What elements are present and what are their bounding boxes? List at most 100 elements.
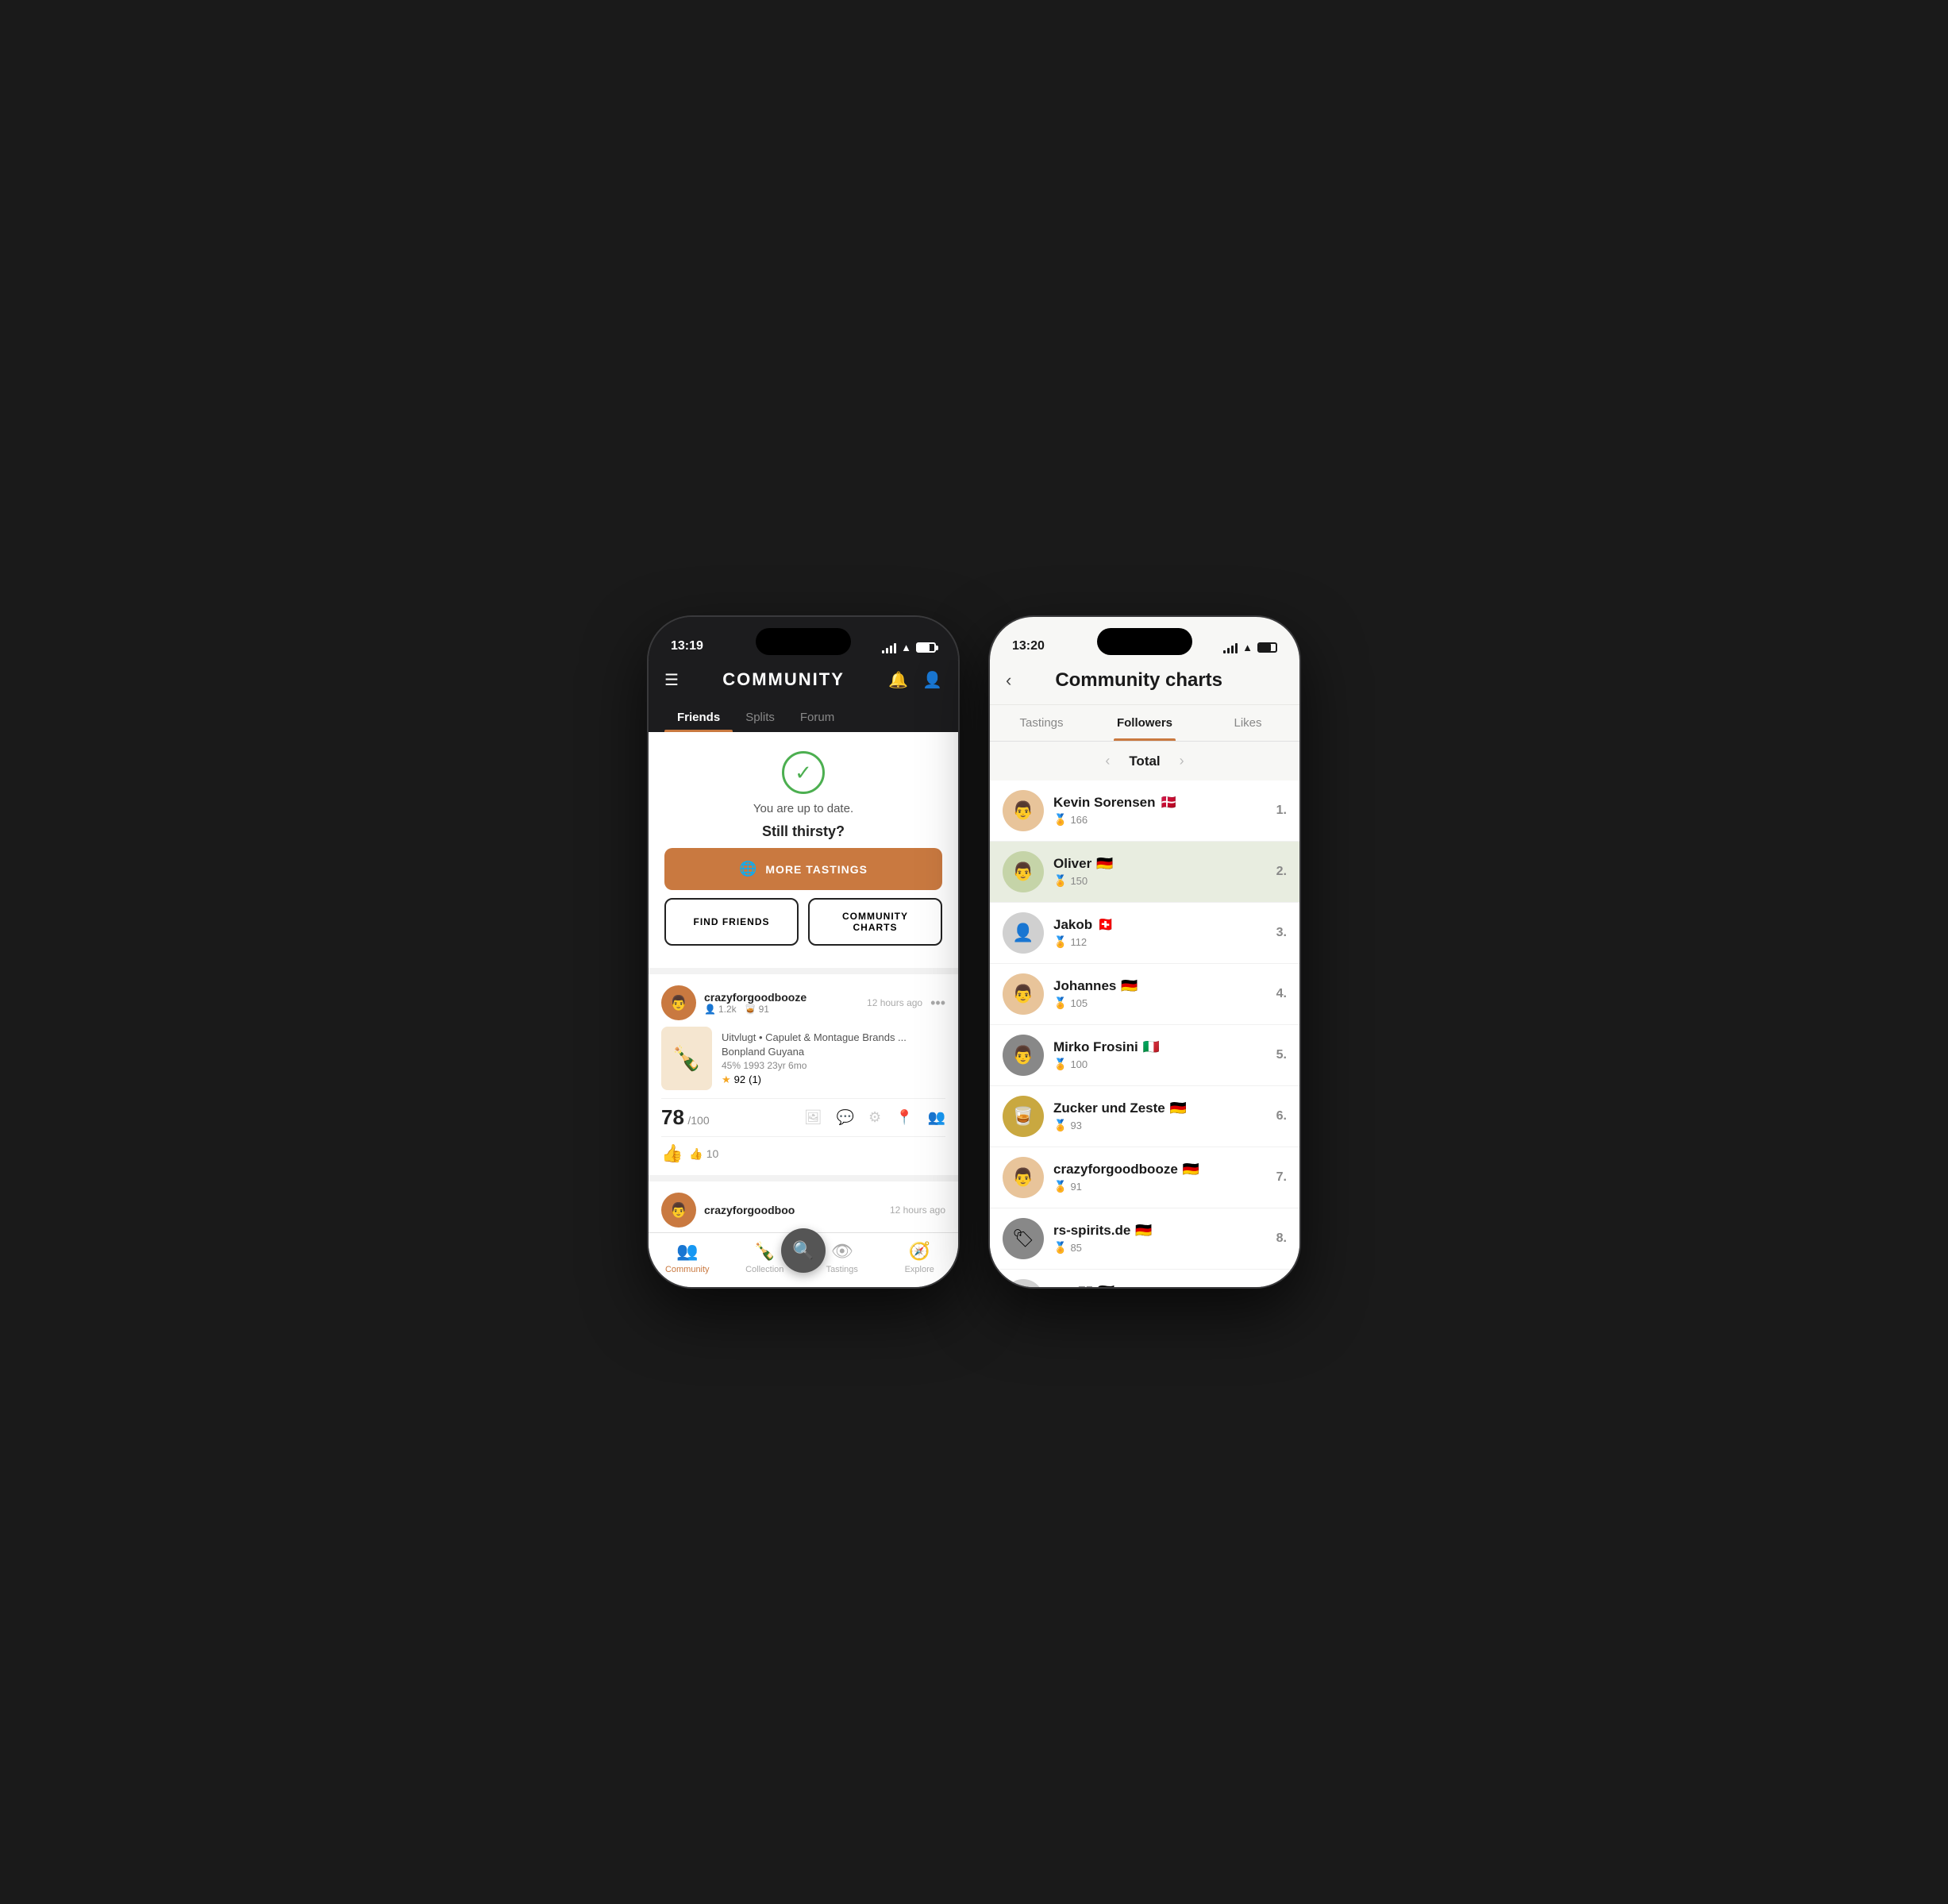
location-icon-1[interactable]: 📍: [895, 1109, 913, 1126]
user-info-2: crazyforgoodboo: [704, 1204, 795, 1216]
flag-icon-8: 🇩🇪: [1098, 1284, 1115, 1287]
chart-username-3: Jakob 🇨🇭: [1053, 917, 1267, 933]
chart-avatar-6: 🥃: [1003, 1096, 1044, 1137]
flag-icon-2: 🇨🇭: [1097, 917, 1114, 933]
tab-forum[interactable]: Forum: [787, 703, 847, 732]
community-title: COMMUNITY: [722, 669, 845, 690]
tastings-nav-icon: 👁: [831, 1241, 853, 1262]
chart-rank-8: 8.: [1276, 1231, 1287, 1246]
bell-icon[interactable]: 🔔: [888, 670, 908, 690]
charts-tab-followers[interactable]: Followers: [1093, 705, 1196, 741]
profile-icon[interactable]: 👤: [922, 670, 942, 690]
like-row-1: 👍 👍 10: [661, 1136, 945, 1164]
wifi-icon-2: ▲: [1242, 642, 1253, 653]
chart-row-6[interactable]: 🥃 Zucker und Zeste 🇩🇪 🏅93 6.: [990, 1086, 1299, 1147]
chart-row-1[interactable]: 👨 Kevin Sorensen 🇩🇰 🏅166 1.: [990, 780, 1299, 842]
chart-followers-5: 🏅100: [1053, 1058, 1267, 1071]
screen-2: ‹ Community charts Tastings Followers Li…: [990, 660, 1299, 1287]
comment-icon-1[interactable]: 💬: [837, 1109, 854, 1126]
flag-icon-1: 🇩🇪: [1096, 856, 1113, 872]
search-fab-icon: 🔍: [792, 1240, 814, 1261]
user-row-2: 👨 crazyforgoodboo: [661, 1193, 795, 1228]
whisky-location-1: Bonpland Guyana: [722, 1046, 907, 1058]
search-fab[interactable]: 🔍: [781, 1228, 826, 1273]
user-stats-1: 👤 1.2k 🥃 91: [704, 1004, 807, 1015]
phone-community: 13:19 ▲ ☰ COMMUNITY 🔔 👤 Friends: [649, 617, 958, 1287]
score-row-1: 78 /100 🖼 💬 ⚙ 📍 👥: [661, 1098, 945, 1136]
chart-row-7[interactable]: 👨 crazyforgoodbooze 🇩🇪 🏅91 7.: [990, 1147, 1299, 1208]
chart-username-5: Mirko Frosini 🇮🇹: [1053, 1039, 1267, 1055]
nav-community[interactable]: 👥 Community: [664, 1241, 711, 1274]
nav-explore[interactable]: 🧭 Explore: [895, 1241, 943, 1274]
chart-row-4[interactable]: 👨 Johannes 🇩🇪 🏅105 4.: [990, 964, 1299, 1025]
period-next-button[interactable]: ›: [1180, 753, 1184, 769]
tab-friends[interactable]: Friends: [664, 703, 733, 732]
feed-card-header-1: 👨 crazyforgoodbooze 👤 1.2k 🥃 91: [661, 985, 945, 1020]
chart-rank-7: 7.: [1276, 1170, 1287, 1185]
chart-rank-5: 5.: [1276, 1048, 1287, 1062]
timestamp-2: 12 hours ago: [890, 1204, 945, 1216]
still-thirsty-text: Still thirsty?: [762, 823, 845, 840]
chart-avatar-9: 👨: [1003, 1279, 1044, 1287]
chart-user-info-1: Kevin Sorensen 🇩🇰 🏅166: [1053, 795, 1267, 827]
chart-followers-3: 🏅112: [1053, 935, 1267, 949]
charts-tab-tastings[interactable]: Tastings: [990, 705, 1093, 741]
chart-username-4: Johannes 🇩🇪: [1053, 978, 1267, 994]
action-buttons: FIND FRIENDS COMMUNITY CHARTS: [664, 898, 942, 949]
star-rating-1: ★ 92 (1): [722, 1073, 907, 1086]
image-icon-1[interactable]: 🖼: [804, 1109, 822, 1126]
whisky-info-1: 🍾 Uitvlugt • Capulet & Montague Brands .…: [661, 1027, 945, 1090]
like-button-1[interactable]: 👍: [661, 1143, 683, 1164]
share-icon-1[interactable]: 👥: [928, 1109, 945, 1126]
chart-avatar-2: 👨: [1003, 851, 1044, 892]
charts-tab-likes[interactable]: Likes: [1196, 705, 1299, 741]
chart-row-3[interactable]: 👤 Jakob 🇨🇭 🏅112 3.: [990, 903, 1299, 964]
flag-icon-0: 🇩🇰: [1161, 795, 1177, 811]
charts-header: ‹ Community charts: [990, 660, 1299, 705]
chart-username-2: Oliver 🇩🇪: [1053, 856, 1267, 872]
nav-tastings[interactable]: 👁 Tastings: [818, 1241, 866, 1274]
feed-card-2: 👨 crazyforgoodboo 12 hours ago: [649, 1181, 958, 1232]
user-avatar-2[interactable]: 👨: [661, 1193, 696, 1228]
find-friends-button[interactable]: FIND FRIENDS: [664, 898, 799, 946]
tab-splits[interactable]: Splits: [733, 703, 787, 732]
chart-followers-6: 🏅93: [1053, 1119, 1267, 1132]
signal-icon-2: [1223, 642, 1238, 653]
chart-user-info-2: Oliver 🇩🇪 🏅150: [1053, 856, 1267, 888]
menu-icon[interactable]: ☰: [664, 670, 679, 690]
period-prev-button[interactable]: ‹: [1105, 753, 1110, 769]
score-icons-1: 🖼 💬 ⚙ 📍 👥: [804, 1109, 945, 1126]
chart-username-1: Kevin Sorensen 🇩🇰: [1053, 795, 1267, 811]
back-button[interactable]: ‹: [1006, 670, 1011, 691]
up-to-date-section: ✓ You are up to date. Still thirsty? 🌐 M…: [649, 732, 958, 968]
chart-rank-3: 3.: [1276, 926, 1287, 940]
more-tastings-button[interactable]: 🌐 MORE TASTINGS: [664, 848, 942, 890]
chart-followers-1: 🏅166: [1053, 813, 1267, 827]
user-avatar-1[interactable]: 👨: [661, 985, 696, 1020]
dynamic-island-2: [1097, 628, 1192, 655]
status-icons-2: ▲: [1223, 642, 1277, 653]
more-dots-1[interactable]: •••: [930, 995, 945, 1012]
username-2[interactable]: crazyforgoodboo: [704, 1204, 795, 1216]
chart-row-5[interactable]: 👨 Mirko Frosini 🇮🇹 🏅100 5.: [990, 1025, 1299, 1086]
chart-row-9[interactable]: 👨 mto75 🇩🇪 🏅77 9.: [990, 1270, 1299, 1287]
charts-title: Community charts: [1024, 669, 1253, 692]
battery-icon-1: [916, 642, 936, 653]
chart-avatar-4: 👨: [1003, 973, 1044, 1015]
chart-row-2[interactable]: 👨 Oliver 🇩🇪 🏅150 2.: [990, 842, 1299, 903]
globe-icon: 🌐: [739, 861, 757, 877]
chart-rank-6: 6.: [1276, 1109, 1287, 1124]
whisky-details-1: Uitvlugt • Capulet & Montague Brands ...…: [722, 1027, 907, 1090]
user-row-1: 👨 crazyforgoodbooze 👤 1.2k 🥃 91: [661, 985, 807, 1020]
settings-icon-1[interactable]: ⚙: [868, 1109, 881, 1126]
community-charts-button[interactable]: COMMUNITY CHARTS: [808, 898, 942, 946]
flag-icon-4: 🇮🇹: [1143, 1039, 1160, 1055]
chart-user-info-3: Jakob 🇨🇭 🏅112: [1053, 917, 1267, 949]
community-header: ☰ COMMUNITY 🔔 👤: [649, 660, 958, 703]
username-1[interactable]: crazyforgoodbooze: [704, 991, 807, 1004]
chart-followers-8: 🏅85: [1053, 1241, 1267, 1255]
up-to-date-text: You are up to date.: [753, 802, 853, 815]
chart-rank-4: 4.: [1276, 987, 1287, 1001]
explore-nav-icon: 🧭: [909, 1241, 930, 1262]
chart-row-8[interactable]: 🏷 rs-spirits.de 🇩🇪 🏅85 8.: [990, 1208, 1299, 1270]
